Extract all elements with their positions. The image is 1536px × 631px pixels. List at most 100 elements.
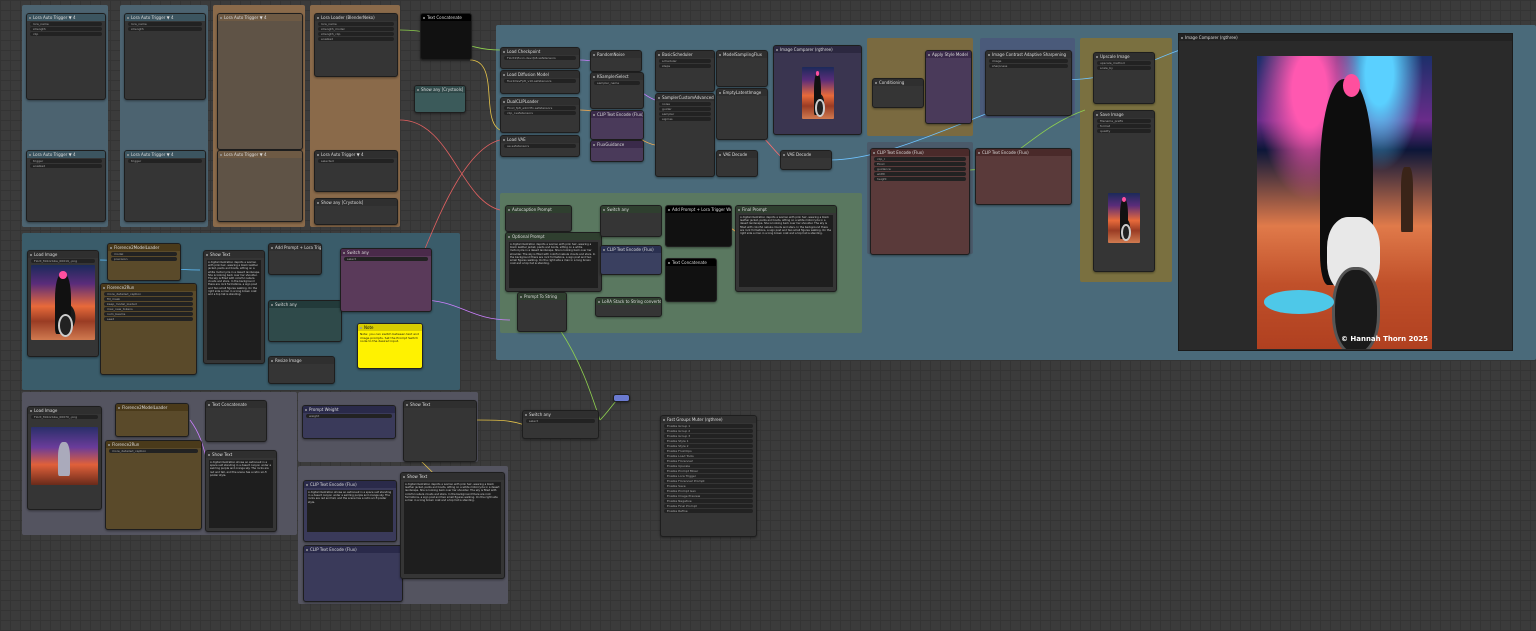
bypasser-toggle[interactable]: Enable Save <box>664 484 753 488</box>
lora-stack-1[interactable]: Lora Auto Trigger ▼ 4 lora_name strength c… <box>26 13 106 100</box>
empty-latent-node[interactable]: EmptyLatentImage <box>716 88 768 140</box>
prompt-weight-node[interactable]: Prompt Weight weight <box>302 405 396 439</box>
widget[interactable]: quality <box>1097 129 1151 133</box>
widget[interactable]: strength <box>30 27 102 31</box>
widget[interactable]: select <box>526 419 595 423</box>
clip2-widget[interactable]: clip_l.safetensors <box>504 111 576 115</box>
final-prompt-node[interactable]: Final Prompt A digital illustration depi… <box>735 205 837 292</box>
text-encoder-node[interactable]: CLIP Text Encode (Flux) <box>600 245 662 275</box>
widget[interactable]: precision <box>111 257 177 261</box>
widget[interactable]: width <box>874 172 966 176</box>
image-file-widget[interactable]: FLUX_Motorbike_00019_.png <box>31 259 95 263</box>
widget[interactable]: enabled <box>318 37 394 41</box>
switch-any-node[interactable]: Switch any select <box>340 248 432 312</box>
bypasser-toggle[interactable]: Enable Image Preview <box>664 494 753 498</box>
unet-widget[interactable]: flux1DevFp8_v10.safetensors <box>504 79 576 83</box>
preview-node[interactable]: Image Comparer (rgthree) <box>773 45 862 135</box>
widget[interactable]: max_new_tokens <box>104 307 193 311</box>
lora-loader-node[interactable]: Lora Loader (BlenderNeko) lora_name stren… <box>314 13 398 77</box>
upscale-node[interactable]: Upscale Image upscale_method scale_by <box>1093 52 1155 104</box>
vae-decode-2-node[interactable]: VAE Decode <box>780 150 832 170</box>
bypasser-toggle[interactable]: Enable Refine <box>664 509 753 513</box>
widget[interactable]: lora_name <box>128 22 202 26</box>
image-file-widget[interactable]: FLUX_Motorbike_00070_.png <box>31 415 98 419</box>
widget[interactable]: filename_prefix <box>1097 119 1151 123</box>
conditioning-node[interactable]: CLIP Text Encode (Flux) <box>590 110 644 140</box>
show-text-node[interactable]: Show Text A digital illustration depicts… <box>203 250 265 364</box>
basic-scheduler-node[interactable]: BasicScheduler scheduler steps <box>655 50 715 92</box>
florence-run-node[interactable]: Florence2Run more_detailed_caption fill_… <box>100 283 197 375</box>
switch-any-2-node[interactable]: Switch any select <box>522 410 599 439</box>
lora-trigger-florence-node[interactable]: Add Prompt + Lora Trigger Words <box>268 243 322 275</box>
bypasser-toggle[interactable]: Enable Group 1 <box>664 424 753 428</box>
clip-text-2-node[interactable]: CLIP Text Encode (Flux) <box>975 148 1072 205</box>
widget[interactable]: trigger <box>128 159 202 163</box>
resize-node[interactable]: Resize Image <box>268 356 335 384</box>
widget[interactable]: sigmas <box>659 117 711 121</box>
bypasser-toggle[interactable]: Enable Upscale <box>664 464 753 468</box>
widget[interactable]: sampler <box>659 112 711 116</box>
autocaption-node[interactable]: Autocaption Prompt <box>505 205 572 232</box>
final-prompt-text[interactable]: A digital illustration depicts a woman w… <box>739 215 833 287</box>
text-concat-node[interactable]: Text Concatenate <box>420 13 472 60</box>
reroute-node[interactable] <box>613 394 630 402</box>
show-text-4-node[interactable]: Show Text A digital illustration depicts… <box>400 472 505 579</box>
random-noise-node[interactable]: RandomNoise <box>590 50 642 72</box>
widget[interactable]: strength_model <box>318 27 394 31</box>
widget[interactable]: steps <box>659 64 711 68</box>
style-apply-node[interactable]: Apply Style Model <box>925 50 972 124</box>
style-1-node[interactable]: Conditioning <box>872 78 924 108</box>
show-text-2-node[interactable]: Show Text A digital illustration shows a… <box>205 450 277 532</box>
bypasser-toggle[interactable]: Enable Style 1 <box>664 439 753 443</box>
widget[interactable]: select <box>344 257 428 261</box>
florence-load-image-node[interactable]: Load Image FLUX_Motorbike_00019_.png <box>27 250 99 357</box>
widget[interactable]: lora_name <box>318 22 394 26</box>
widget[interactable]: strength <box>128 27 202 31</box>
widget[interactable]: sharpness <box>989 64 1068 68</box>
save-image-node[interactable]: Save Image filename_prefix format quality <box>1093 110 1155 272</box>
clip-text-encode-node[interactable]: CLIP Text Encode (Flux) A digital illust… <box>303 480 397 542</box>
widget[interactable]: sampler_name <box>594 81 640 85</box>
bypasser-toggle[interactable]: Enable Final Prompt <box>664 504 753 508</box>
clip1-widget[interactable]: t5xxl_fp8_e4m3fn.safetensors <box>504 106 576 110</box>
task-widget[interactable]: more_detailed_caption <box>109 449 198 453</box>
bypasser-toggle[interactable]: Enable Prompt Gen <box>664 489 753 493</box>
widget[interactable]: scheduler <box>659 59 711 63</box>
load-image-2-node[interactable]: Load Image FLUX_Motorbike_00070_.png <box>27 406 102 510</box>
bypasser-toggle[interactable]: Enable Florence2 <box>664 459 753 463</box>
show-text-3-node[interactable]: Show Text <box>403 400 477 462</box>
sharpen-node[interactable]: Image Contrast Adaptive Sharpening image… <box>985 50 1072 116</box>
bypasser-toggle[interactable]: Enable Group 3 <box>664 434 753 438</box>
clip-text-encode-2-node[interactable]: CLIP Text Encode (Flux) <box>303 545 403 602</box>
concat-2-node[interactable]: Text Concatenate <box>665 258 717 302</box>
bypasser-toggle[interactable]: Enable Negative <box>664 499 753 503</box>
widget[interactable]: lora_name <box>30 22 102 26</box>
text-concat-3-node[interactable]: Text Concatenate <box>205 400 267 442</box>
widget[interactable]: strength_clip <box>318 32 394 36</box>
widget[interactable]: clip <box>30 32 102 36</box>
lora-stack-1b[interactable]: Lora Auto Trigger ▼ 4 trigger enabled <box>26 150 106 222</box>
widget[interactable]: guider <box>659 107 711 111</box>
widget[interactable]: keep_model_loaded <box>104 302 193 306</box>
widget[interactable]: format <box>1097 124 1151 128</box>
prompt-switch-node[interactable]: Switch any <box>600 205 662 237</box>
widget[interactable]: image <box>989 59 1068 63</box>
widget[interactable]: height <box>874 177 966 181</box>
widget[interactable]: fill_mask <box>104 297 193 301</box>
widget[interactable]: seed <box>104 317 193 321</box>
widget[interactable]: scale_by <box>1097 66 1151 70</box>
model-sampling-node[interactable]: ModelSamplingFlux <box>716 50 768 87</box>
vae-decode-node[interactable]: VAE Decode <box>716 150 758 177</box>
output-image[interactable]: © Hannah Thorn 2025 <box>1257 56 1432 349</box>
lora-trigger-prompt-node[interactable]: Add Prompt + Lora Trigger Words <box>665 205 732 247</box>
prompt-switch-florence-node[interactable]: Switch any <box>268 300 342 342</box>
clip-text-value[interactable]: A digital illustration shows an astronau… <box>307 490 393 532</box>
lora-stack-2[interactable]: Lora Auto Trigger ▼ 4 lora_name strength <box>124 13 206 100</box>
show-lora-trigger-node[interactable]: Show any [Crystools] <box>314 198 398 225</box>
sampler-custom-node[interactable]: SamplerCustomAdvanced noise guider sampler… <box>655 93 715 177</box>
widget[interactable]: enabled <box>30 164 102 168</box>
widget[interactable]: noise <box>659 102 711 106</box>
widget[interactable]: num_beams <box>104 312 193 316</box>
bypasser-toggle[interactable]: Enable FluxClips <box>664 449 753 453</box>
note-node[interactable]: Note Note: you can switch between text a… <box>357 323 423 369</box>
